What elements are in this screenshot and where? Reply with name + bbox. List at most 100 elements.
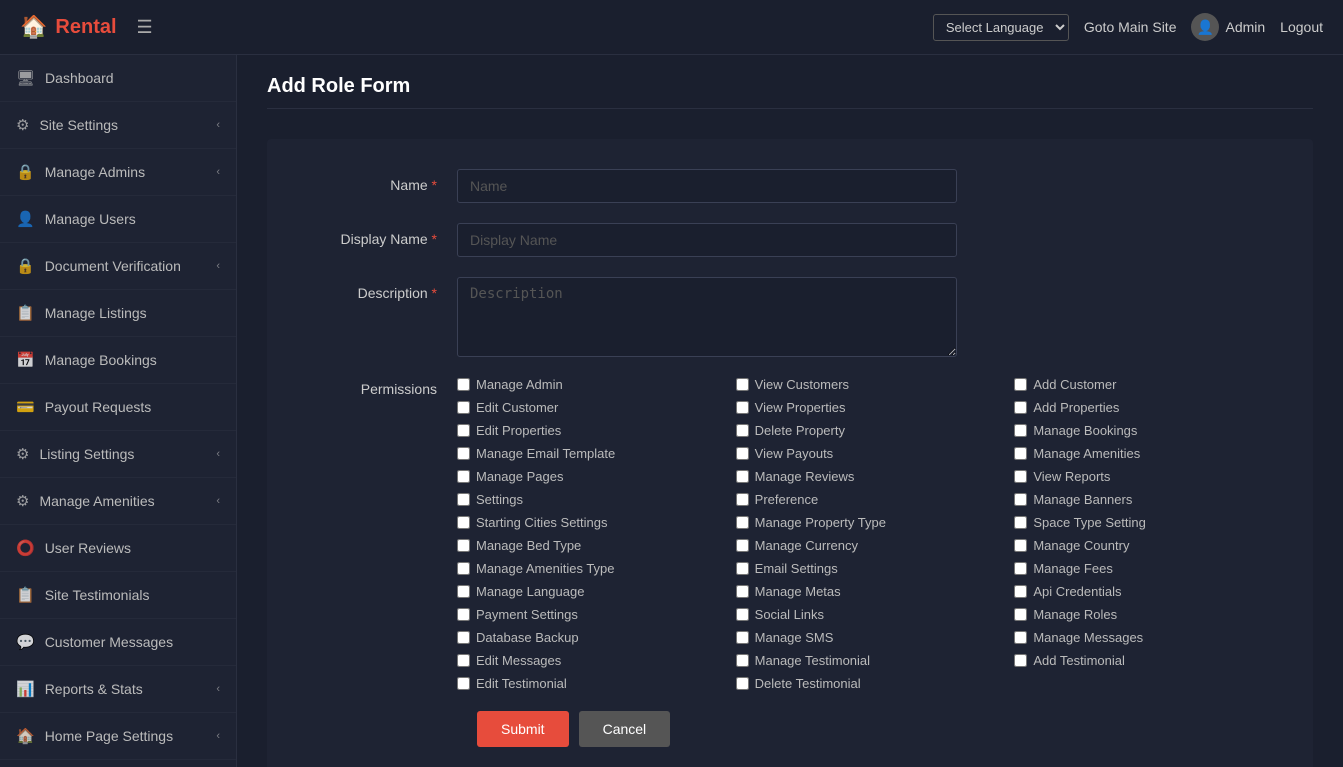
- perm-checkbox-3[interactable]: [457, 401, 470, 414]
- perm-checkbox-28[interactable]: [736, 585, 749, 598]
- perm-checkbox-15[interactable]: [457, 493, 470, 506]
- description-label: Description *: [297, 277, 457, 301]
- display-name-input[interactable]: [457, 223, 957, 257]
- perm-checkbox-12[interactable]: [457, 470, 470, 483]
- perm-checkbox-37[interactable]: [736, 654, 749, 667]
- perm-checkbox-11[interactable]: [1014, 447, 1027, 460]
- perm-checkbox-27[interactable]: [457, 585, 470, 598]
- perm-item-29: Api Credentials: [1014, 584, 1283, 599]
- sidebar-item-manage-listings[interactable]: 📋 Manage Listings: [0, 290, 236, 337]
- perm-checkbox-5[interactable]: [1014, 401, 1027, 414]
- perm-checkbox-6[interactable]: [457, 424, 470, 437]
- cancel-button[interactable]: Cancel: [579, 711, 671, 747]
- perm-item-1: View Customers: [736, 377, 1005, 392]
- perm-label-2: Add Customer: [1033, 377, 1116, 392]
- perm-label-29: Api Credentials: [1033, 584, 1121, 599]
- sidebar-item-left: ⚙ Site Settings: [16, 116, 118, 134]
- perm-checkbox-30[interactable]: [457, 608, 470, 621]
- perm-checkbox-35[interactable]: [1014, 631, 1027, 644]
- sidebar-item-customer-messages[interactable]: 💬 Customer Messages: [0, 619, 236, 666]
- sidebar-item-left: 📊 Reports & Stats: [16, 680, 143, 698]
- perm-label-23: Manage Country: [1033, 538, 1129, 553]
- perm-item-19: Manage Property Type: [736, 515, 1005, 530]
- sidebar-item-label: Customer Messages: [45, 634, 173, 650]
- perm-checkbox-38[interactable]: [1014, 654, 1027, 667]
- perm-checkbox-24[interactable]: [457, 562, 470, 575]
- perm-checkbox-29[interactable]: [1014, 585, 1027, 598]
- header-right: Select Language English Spanish French G…: [933, 13, 1323, 41]
- sidebar-item-left: 🔒 Document Verification: [16, 257, 181, 275]
- sidebar-item-reports-stats[interactable]: 📊 Reports & Stats ‹: [0, 666, 236, 713]
- perm-checkbox-9[interactable]: [457, 447, 470, 460]
- perm-label-1: View Customers: [755, 377, 849, 392]
- perm-checkbox-14[interactable]: [1014, 470, 1027, 483]
- perm-label-16: Preference: [755, 492, 819, 507]
- perm-checkbox-40[interactable]: [736, 677, 749, 690]
- goto-main-site-link[interactable]: Goto Main Site: [1084, 19, 1177, 35]
- perm-label-33: Database Backup: [476, 630, 579, 645]
- home-page-settings-icon: 🏠: [16, 727, 35, 745]
- perm-checkbox-8[interactable]: [1014, 424, 1027, 437]
- chevron-icon: ‹: [216, 495, 220, 507]
- perm-checkbox-10[interactable]: [736, 447, 749, 460]
- perm-checkbox-32[interactable]: [1014, 608, 1027, 621]
- sidebar-item-listing-settings[interactable]: ⚙ Listing Settings ‹: [0, 431, 236, 478]
- perm-checkbox-20[interactable]: [1014, 516, 1027, 529]
- perm-checkbox-22[interactable]: [736, 539, 749, 552]
- perm-checkbox-1[interactable]: [736, 378, 749, 391]
- sidebar-item-dashboard[interactable]: 🖥 Dashboard: [0, 55, 236, 102]
- perm-checkbox-36[interactable]: [457, 654, 470, 667]
- perm-checkbox-31[interactable]: [736, 608, 749, 621]
- page-title: Add Role Form: [267, 75, 1313, 109]
- perm-checkbox-21[interactable]: [457, 539, 470, 552]
- perm-checkbox-4[interactable]: [736, 401, 749, 414]
- description-required: *: [432, 285, 437, 301]
- sidebar-item-left: 📋 Site Testimonials: [16, 586, 149, 604]
- perm-checkbox-7[interactable]: [736, 424, 749, 437]
- name-input[interactable]: [457, 169, 957, 203]
- sidebar-item-left: 🏠 Home Page Settings: [16, 727, 173, 745]
- perm-label-21: Manage Bed Type: [476, 538, 581, 553]
- perm-checkbox-13[interactable]: [736, 470, 749, 483]
- sidebar-item-user-reviews[interactable]: ⭕ User Reviews: [0, 525, 236, 572]
- sidebar-item-label: Payout Requests: [45, 399, 152, 415]
- sidebar-item-site-testimonials[interactable]: 📋 Site Testimonials: [0, 572, 236, 619]
- description-input[interactable]: [457, 277, 957, 357]
- perm-item-4: View Properties: [736, 400, 1005, 415]
- sidebar-item-payout-requests[interactable]: 💳 Payout Requests: [0, 384, 236, 431]
- perm-checkbox-33[interactable]: [457, 631, 470, 644]
- perm-checkbox-19[interactable]: [736, 516, 749, 529]
- perm-item-11: Manage Amenities: [1014, 446, 1283, 461]
- perm-item-40: Delete Testimonial: [736, 676, 1005, 691]
- language-select[interactable]: Select Language English Spanish French: [933, 14, 1069, 41]
- perm-item-2: Add Customer: [1014, 377, 1283, 392]
- sidebar-item-manage-admins[interactable]: 🔒 Manage Admins ‹: [0, 149, 236, 196]
- sidebar-item-manage-users[interactable]: 👤 Manage Users: [0, 196, 236, 243]
- perm-checkbox-2[interactable]: [1014, 378, 1027, 391]
- submit-button[interactable]: Submit: [477, 711, 569, 747]
- sidebar-item-manage-amenities[interactable]: ⚙ Manage Amenities ‹: [0, 478, 236, 525]
- perm-label-5: Add Properties: [1033, 400, 1119, 415]
- permissions-label: Permissions: [297, 377, 457, 397]
- perm-checkbox-39[interactable]: [457, 677, 470, 690]
- perm-item-28: Manage Metas: [736, 584, 1005, 599]
- perm-checkbox-25[interactable]: [736, 562, 749, 575]
- perm-checkbox-17[interactable]: [1014, 493, 1027, 506]
- perm-checkbox-16[interactable]: [736, 493, 749, 506]
- sidebar-item-document-verification[interactable]: 🔒 Document Verification ‹: [0, 243, 236, 290]
- logout-button[interactable]: Logout: [1280, 19, 1323, 35]
- perm-item-25: Email Settings: [736, 561, 1005, 576]
- hamburger-icon[interactable]: ☰: [137, 17, 153, 38]
- sidebar-item-static-page-cms[interactable]: 📋 Static Page CMS: [0, 760, 236, 767]
- sidebar-item-home-page-settings[interactable]: 🏠 Home Page Settings ‹: [0, 713, 236, 760]
- sidebar-item-site-settings[interactable]: ⚙ Site Settings ‹: [0, 102, 236, 149]
- perm-checkbox-18[interactable]: [457, 516, 470, 529]
- perm-checkbox-0[interactable]: [457, 378, 470, 391]
- perm-checkbox-26[interactable]: [1014, 562, 1027, 575]
- perm-checkbox-23[interactable]: [1014, 539, 1027, 552]
- perm-label-15: Settings: [476, 492, 523, 507]
- perm-item-36: Edit Messages: [457, 653, 726, 668]
- perm-checkbox-34[interactable]: [736, 631, 749, 644]
- sidebar-item-manage-bookings[interactable]: 📅 Manage Bookings: [0, 337, 236, 384]
- chevron-icon: ‹: [216, 730, 220, 742]
